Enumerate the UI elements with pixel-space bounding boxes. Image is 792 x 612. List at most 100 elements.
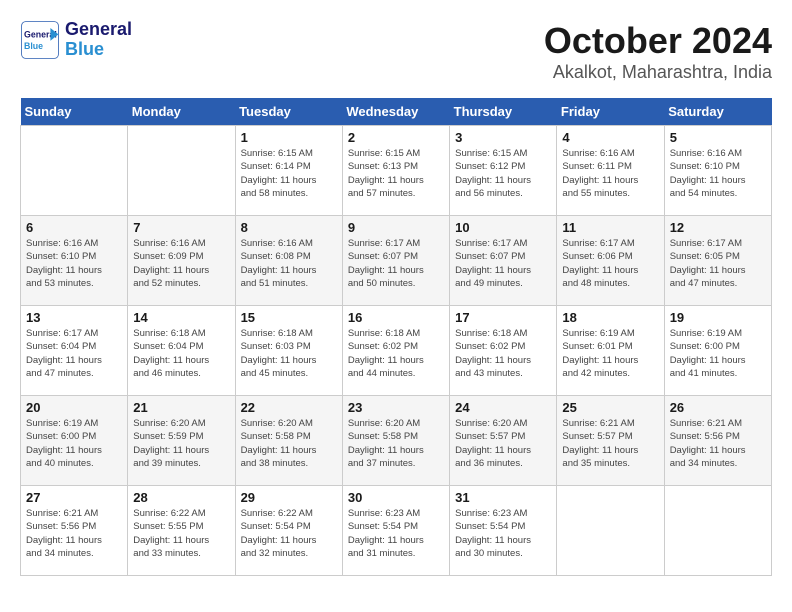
day-number: 28 (133, 490, 229, 505)
day-number: 30 (348, 490, 444, 505)
day-number: 14 (133, 310, 229, 325)
day-number: 20 (26, 400, 122, 415)
calendar-cell: 17 Sunrise: 6:18 AM Sunset: 6:02 PM Dayli… (450, 306, 557, 396)
day-info: Sunrise: 6:16 AM Sunset: 6:09 PM Dayligh… (133, 237, 229, 290)
calendar-cell (557, 486, 664, 576)
day-number: 10 (455, 220, 551, 235)
day-info: Sunrise: 6:20 AM Sunset: 5:58 PM Dayligh… (348, 417, 444, 470)
day-number: 11 (562, 220, 658, 235)
calendar-cell: 24 Sunrise: 6:20 AM Sunset: 5:57 PM Dayli… (450, 396, 557, 486)
day-info: Sunrise: 6:19 AM Sunset: 6:01 PM Dayligh… (562, 327, 658, 380)
calendar-cell: 25 Sunrise: 6:21 AM Sunset: 5:57 PM Dayli… (557, 396, 664, 486)
week-row-3: 13 Sunrise: 6:17 AM Sunset: 6:04 PM Dayli… (21, 306, 772, 396)
weekday-header-friday: Friday (557, 98, 664, 126)
day-info: Sunrise: 6:16 AM Sunset: 6:11 PM Dayligh… (562, 147, 658, 200)
logo-icon: General Blue (20, 20, 60, 60)
month-title: October 2024 (544, 20, 772, 62)
title-block: October 2024 Akalkot, Maharashtra, India (544, 20, 772, 83)
day-info: Sunrise: 6:21 AM Sunset: 5:56 PM Dayligh… (670, 417, 766, 470)
calendar-cell: 16 Sunrise: 6:18 AM Sunset: 6:02 PM Dayli… (342, 306, 449, 396)
calendar-table: SundayMondayTuesdayWednesdayThursdayFrid… (20, 98, 772, 576)
calendar-cell: 10 Sunrise: 6:17 AM Sunset: 6:07 PM Dayli… (450, 216, 557, 306)
calendar-cell: 19 Sunrise: 6:19 AM Sunset: 6:00 PM Dayli… (664, 306, 771, 396)
calendar-cell (21, 126, 128, 216)
day-number: 19 (670, 310, 766, 325)
calendar-cell: 14 Sunrise: 6:18 AM Sunset: 6:04 PM Dayli… (128, 306, 235, 396)
day-info: Sunrise: 6:17 AM Sunset: 6:04 PM Dayligh… (26, 327, 122, 380)
day-info: Sunrise: 6:23 AM Sunset: 5:54 PM Dayligh… (455, 507, 551, 560)
day-info: Sunrise: 6:18 AM Sunset: 6:04 PM Dayligh… (133, 327, 229, 380)
day-info: Sunrise: 6:22 AM Sunset: 5:55 PM Dayligh… (133, 507, 229, 560)
location-title: Akalkot, Maharashtra, India (544, 62, 772, 83)
calendar-cell: 22 Sunrise: 6:20 AM Sunset: 5:58 PM Dayli… (235, 396, 342, 486)
calendar-cell: 7 Sunrise: 6:16 AM Sunset: 6:09 PM Daylig… (128, 216, 235, 306)
day-info: Sunrise: 6:19 AM Sunset: 6:00 PM Dayligh… (26, 417, 122, 470)
day-number: 17 (455, 310, 551, 325)
day-number: 26 (670, 400, 766, 415)
calendar-cell: 6Sunrise: 6:16 AM Sunset: 6:10 PM Daylig… (21, 216, 128, 306)
day-info: Sunrise: 6:19 AM Sunset: 6:00 PM Dayligh… (670, 327, 766, 380)
calendar-cell: 15Sunrise: 6:18 AM Sunset: 6:03 PM Dayli… (235, 306, 342, 396)
calendar-cell: 28 Sunrise: 6:22 AM Sunset: 5:55 PM Dayli… (128, 486, 235, 576)
day-number: 4 (562, 130, 658, 145)
weekday-header-sunday: Sunday (21, 98, 128, 126)
day-info: Sunrise: 6:20 AM Sunset: 5:57 PM Dayligh… (455, 417, 551, 470)
day-number: 18 (562, 310, 658, 325)
day-info: Sunrise: 6:16 AM Sunset: 6:10 PM Dayligh… (670, 147, 766, 200)
calendar-cell: 4 Sunrise: 6:16 AM Sunset: 6:11 PM Daylig… (557, 126, 664, 216)
day-info: Sunrise: 6:15 AM Sunset: 6:12 PM Dayligh… (455, 147, 551, 200)
day-info: Sunrise: 6:21 AM Sunset: 5:57 PM Dayligh… (562, 417, 658, 470)
day-number: 24 (455, 400, 551, 415)
logo: General Blue General Blue (20, 20, 132, 60)
week-row-1: 1Sunrise: 6:15 AM Sunset: 6:14 PM Daylig… (21, 126, 772, 216)
day-number: 23 (348, 400, 444, 415)
day-number: 31 (455, 490, 551, 505)
day-info: Sunrise: 6:23 AM Sunset: 5:54 PM Dayligh… (348, 507, 444, 560)
day-info: Sunrise: 6:18 AM Sunset: 6:02 PM Dayligh… (455, 327, 551, 380)
day-info: Sunrise: 6:15 AM Sunset: 6:14 PM Dayligh… (241, 147, 337, 200)
weekday-header-wednesday: Wednesday (342, 98, 449, 126)
day-number: 7 (133, 220, 229, 235)
day-info: Sunrise: 6:15 AM Sunset: 6:13 PM Dayligh… (348, 147, 444, 200)
day-info: Sunrise: 6:20 AM Sunset: 5:58 PM Dayligh… (241, 417, 337, 470)
day-number: 22 (241, 400, 337, 415)
calendar-cell: 1Sunrise: 6:15 AM Sunset: 6:14 PM Daylig… (235, 126, 342, 216)
calendar-cell: 11 Sunrise: 6:17 AM Sunset: 6:06 PM Dayli… (557, 216, 664, 306)
day-number: 16 (348, 310, 444, 325)
calendar-cell: 30 Sunrise: 6:23 AM Sunset: 5:54 PM Dayli… (342, 486, 449, 576)
weekday-header-row: SundayMondayTuesdayWednesdayThursdayFrid… (21, 98, 772, 126)
day-info: Sunrise: 6:18 AM Sunset: 6:02 PM Dayligh… (348, 327, 444, 380)
week-row-5: 27Sunrise: 6:21 AM Sunset: 5:56 PM Dayli… (21, 486, 772, 576)
page-header: General Blue General Blue October 2024 A… (20, 20, 772, 83)
logo-text: General Blue (65, 20, 132, 60)
day-number: 15 (241, 310, 337, 325)
weekday-header-thursday: Thursday (450, 98, 557, 126)
day-number: 27 (26, 490, 122, 505)
day-info: Sunrise: 6:20 AM Sunset: 5:59 PM Dayligh… (133, 417, 229, 470)
day-info: Sunrise: 6:17 AM Sunset: 6:07 PM Dayligh… (455, 237, 551, 290)
calendar-cell: 13 Sunrise: 6:17 AM Sunset: 6:04 PM Dayli… (21, 306, 128, 396)
calendar-cell (128, 126, 235, 216)
day-info: Sunrise: 6:17 AM Sunset: 6:05 PM Dayligh… (670, 237, 766, 290)
calendar-cell: 21 Sunrise: 6:20 AM Sunset: 5:59 PM Dayli… (128, 396, 235, 486)
calendar-cell: 12Sunrise: 6:17 AM Sunset: 6:05 PM Dayli… (664, 216, 771, 306)
calendar-cell: 20 Sunrise: 6:19 AM Sunset: 6:00 PM Dayli… (21, 396, 128, 486)
calendar-cell: 29Sunrise: 6:22 AM Sunset: 5:54 PM Dayli… (235, 486, 342, 576)
calendar-cell: 26 Sunrise: 6:21 AM Sunset: 5:56 PM Dayli… (664, 396, 771, 486)
day-info: Sunrise: 6:16 AM Sunset: 6:10 PM Dayligh… (26, 237, 122, 290)
day-info: Sunrise: 6:16 AM Sunset: 6:08 PM Dayligh… (241, 237, 337, 290)
weekday-header-saturday: Saturday (664, 98, 771, 126)
logo-line1: General (65, 20, 132, 40)
calendar-cell: 27Sunrise: 6:21 AM Sunset: 5:56 PM Dayli… (21, 486, 128, 576)
calendar-cell: 18 Sunrise: 6:19 AM Sunset: 6:01 PM Dayli… (557, 306, 664, 396)
calendar-cell (664, 486, 771, 576)
day-number: 21 (133, 400, 229, 415)
day-number: 9 (348, 220, 444, 235)
day-number: 2 (348, 130, 444, 145)
day-number: 25 (562, 400, 658, 415)
weekday-header-tuesday: Tuesday (235, 98, 342, 126)
calendar-cell: 5Sunrise: 6:16 AM Sunset: 6:10 PM Daylig… (664, 126, 771, 216)
day-info: Sunrise: 6:17 AM Sunset: 6:06 PM Dayligh… (562, 237, 658, 290)
day-number: 8 (241, 220, 337, 235)
day-number: 13 (26, 310, 122, 325)
